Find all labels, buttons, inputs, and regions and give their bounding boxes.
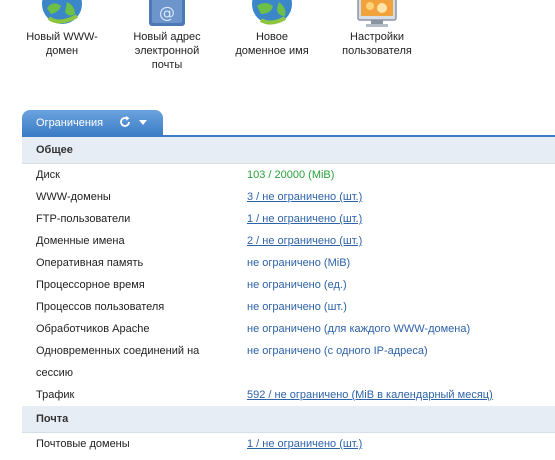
domain-names-link[interactable]: 2 / не ограничено (шт.) <box>247 230 362 252</box>
user-settings-shortcut[interactable]: Настройки пользователя <box>322 0 432 57</box>
mail-domains-link[interactable]: 1 / не ограничено (шт.) <box>247 433 362 455</box>
new-domain-name-label-1: Новое <box>255 31 289 43</box>
globe-domain-name-icon <box>249 0 295 28</box>
new-email-address-label-2: электронной <box>134 45 200 57</box>
refresh-icon[interactable] <box>118 115 132 129</box>
www-domains-link[interactable]: 3 / не ограничено (шт.) <box>247 186 362 208</box>
row-key: FTP-пользователи <box>36 213 131 225</box>
disk-value: 103 / 20000 (MiB) <box>247 169 335 181</box>
row-value: не ограничено (для каждого WWW-домена) <box>247 323 471 335</box>
row-key: WWW-домены <box>36 191 111 203</box>
row-value: не ограничено (с одного IP-адреса) <box>247 345 428 357</box>
user-settings-label-1: Настройки <box>350 31 404 43</box>
table-row: Процессорное время не ограничено (ед.) <box>22 274 555 296</box>
ftp-users-link[interactable]: 1 / не ограничено (шт.) <box>247 208 362 230</box>
row-key: Процессорное время <box>36 279 145 291</box>
row-key: Диск <box>36 169 60 181</box>
table-row: Одновременных соединений на сессию не ог… <box>22 340 555 384</box>
table-row: Трафик 592 / не ограничено (MiB в календ… <box>22 384 555 406</box>
email-address-icon: @ <box>145 0 189 28</box>
row-key: Оперативная память <box>36 257 144 269</box>
table-row: Диск 103 / 20000 (MiB) <box>22 164 555 186</box>
row-value: не ограничено (ед.) <box>247 279 347 291</box>
row-key: Почтовые домены <box>36 438 130 450</box>
table-row: Почтовые домены 1 / не ограничено (шт.) <box>22 433 555 455</box>
row-value: не ограничено (MiB) <box>247 257 351 269</box>
new-domain-name-label-2: доменное имя <box>235 45 309 57</box>
table-row: Обработчиков Apache не ограничено (для к… <box>22 318 555 340</box>
limits-panel: Общее Диск 103 / 20000 (MiB) WWW-домены … <box>22 137 555 455</box>
tab-limits-label: Ограничения <box>36 117 104 129</box>
row-key: Доменные имена <box>36 235 125 247</box>
table-row: WWW-домены 3 / не ограничено (шт.) <box>22 186 555 208</box>
new-email-address-shortcut[interactable]: @ Новый адрес электронной почты <box>112 0 222 71</box>
user-settings-label-2: пользователя <box>342 45 412 57</box>
new-domain-name-shortcut[interactable]: Новое доменное имя <box>217 0 327 57</box>
tab-limits[interactable]: Ограничения <box>22 110 163 136</box>
svg-text:@: @ <box>159 3 175 22</box>
user-settings-icon <box>354 0 400 28</box>
new-email-address-label-3: почты <box>151 59 183 71</box>
globe-www-domain-icon <box>39 0 85 28</box>
row-key: Процессов пользователя <box>36 301 165 313</box>
new-www-domain-shortcut[interactable]: Новый WWW- домен <box>7 0 117 57</box>
table-row: FTP-пользователи 1 / не ограничено (шт.) <box>22 208 555 230</box>
traffic-link[interactable]: 592 / не ограничено (MiB в календарный м… <box>247 384 493 406</box>
row-key-line2: сессию <box>36 367 74 379</box>
table-row: Оперативная память не ограничено (MiB) <box>22 252 555 274</box>
section-general-title: Общее <box>22 137 555 164</box>
chevron-down-icon[interactable] <box>139 120 147 125</box>
section-mail-title: Почта <box>22 406 555 433</box>
row-value: не ограничено (шт.) <box>247 301 347 313</box>
table-row: Процессов пользователя не ограничено (шт… <box>22 296 555 318</box>
new-email-address-label-1: Новый адрес <box>133 31 201 43</box>
row-key-line1: Одновременных соединений на <box>36 345 200 357</box>
table-row: Доменные имена 2 / не ограничено (шт.) <box>22 230 555 252</box>
row-key: Трафик <box>36 389 75 401</box>
new-www-domain-label-2: домен <box>45 45 79 57</box>
shortcut-bar: Новый WWW- домен @ Новый адрес электронн… <box>0 0 555 80</box>
new-www-domain-label-1: Новый WWW- <box>26 31 98 43</box>
row-key: Обработчиков Apache <box>36 323 150 335</box>
